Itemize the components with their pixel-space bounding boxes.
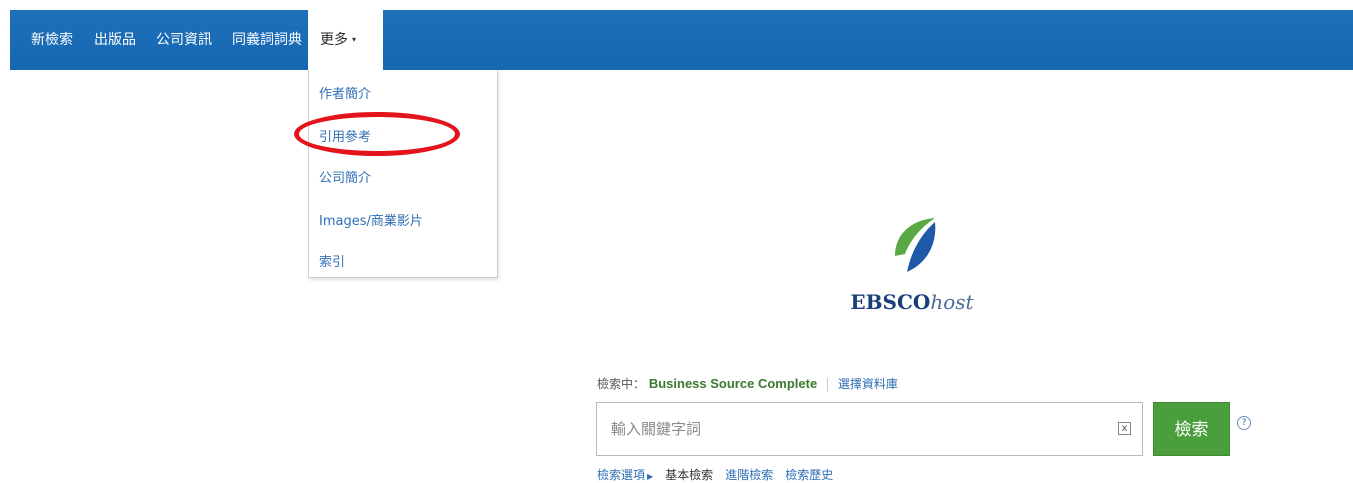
basic-search-label: 基本檢索 xyxy=(665,468,714,482)
menu-item-indexes[interactable]: 索引 xyxy=(319,251,345,270)
brand-bold-text: EBSCO xyxy=(850,290,931,314)
search-history-link[interactable]: 檢索歷史 xyxy=(785,468,833,482)
search-box: x xyxy=(596,402,1143,456)
nav-more-menu[interactable]: 更多 ▾ xyxy=(308,10,383,71)
ebscohost-wordmark: EBSCOhost xyxy=(832,290,992,314)
nav-new-search[interactable]: 新檢索 xyxy=(31,10,73,70)
highlight-annotation-ellipse xyxy=(294,112,460,156)
separator xyxy=(827,377,828,392)
top-navigation-bar: 新檢索 出版品 公司資訊 同義詞詞典 更多 ▾ xyxy=(10,10,1353,71)
searching-database-row: 檢索中： Business Source Complete 選擇資料庫 xyxy=(597,375,898,392)
menu-item-images-videos[interactable]: Images/商業影片 xyxy=(319,210,423,229)
caret-down-icon: ▾ xyxy=(352,35,357,44)
advanced-search-link[interactable]: 進階檢索 xyxy=(725,468,773,482)
triangle-right-icon: ▶ xyxy=(647,472,654,481)
database-name: Business Source Complete xyxy=(648,376,818,391)
menu-item-author-profiles[interactable]: 作者簡介 xyxy=(319,83,371,102)
choose-database-link[interactable]: 選擇資料庫 xyxy=(838,377,898,391)
search-button[interactable]: 檢索 xyxy=(1153,402,1230,456)
menu-item-company-profiles[interactable]: 公司簡介 xyxy=(319,167,371,186)
search-input[interactable] xyxy=(597,403,1107,455)
nav-publications[interactable]: 出版品 xyxy=(94,10,136,70)
search-options-row: 檢索選項 ▶ 基本檢索 進階檢索 檢索歷史 xyxy=(597,466,833,483)
nav-thesaurus[interactable]: 同義詞詞典 xyxy=(232,10,302,70)
nav-more-label: 更多 xyxy=(320,32,348,48)
brand-italic-text: host xyxy=(930,290,974,314)
search-options-link[interactable]: 檢索選項 xyxy=(597,468,645,482)
clear-icon[interactable]: x xyxy=(1118,422,1131,435)
nav-company-info[interactable]: 公司資訊 xyxy=(156,10,212,70)
help-icon[interactable]: ? xyxy=(1237,416,1251,430)
more-dropdown-menu: 作者簡介 引用參考 公司簡介 Images/商業影片 索引 xyxy=(308,70,498,278)
searching-label: 檢索中： xyxy=(597,377,646,391)
ebsco-logo-icon xyxy=(895,218,936,272)
